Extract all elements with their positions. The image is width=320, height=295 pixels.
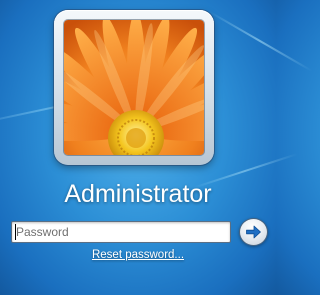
arrow-right-icon (246, 225, 261, 239)
text-caret (15, 224, 16, 240)
reset-password-link[interactable]: Reset password... (0, 249, 276, 261)
user-avatar (64, 20, 204, 155)
username-label: Administrator (64, 180, 212, 208)
password-input[interactable] (11, 221, 231, 243)
flower-icon (64, 20, 204, 155)
submit-arrow-button[interactable] (239, 218, 268, 246)
wallpaper-streak (207, 10, 313, 72)
user-tile-frame (54, 10, 214, 165)
